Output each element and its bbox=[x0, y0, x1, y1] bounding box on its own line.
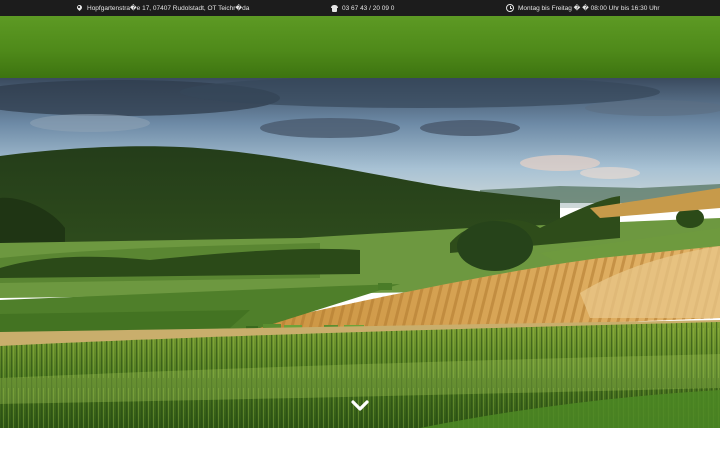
address-info: Hopfgartenstra�e 17, 07407 Rudolstadt, O… bbox=[75, 0, 249, 16]
site-header bbox=[0, 16, 720, 78]
clock-icon bbox=[506, 4, 514, 12]
top-info-bar: Hopfgartenstra�e 17, 07407 Rudolstadt, O… bbox=[0, 0, 720, 16]
scroll-down-button[interactable] bbox=[351, 398, 369, 412]
hero-image bbox=[0, 78, 720, 428]
opening-hours-info: Montag bis Freitag � � 08:00 Uhr bis 16:… bbox=[506, 0, 660, 16]
chevron-down-icon bbox=[351, 400, 369, 411]
phone-info[interactable]: 03 67 43 / 20 09 0 bbox=[330, 0, 394, 16]
opening-hours-text: Montag bis Freitag � � 08:00 Uhr bis 16:… bbox=[518, 5, 660, 12]
map-pin-icon bbox=[75, 4, 83, 12]
address-text: Hopfgartenstra�e 17, 07407 Rudolstadt, O… bbox=[87, 5, 250, 12]
phone-text[interactable]: 03 67 43 / 20 09 0 bbox=[342, 5, 394, 12]
phone-icon bbox=[330, 4, 338, 12]
page-content-start bbox=[0, 428, 720, 450]
